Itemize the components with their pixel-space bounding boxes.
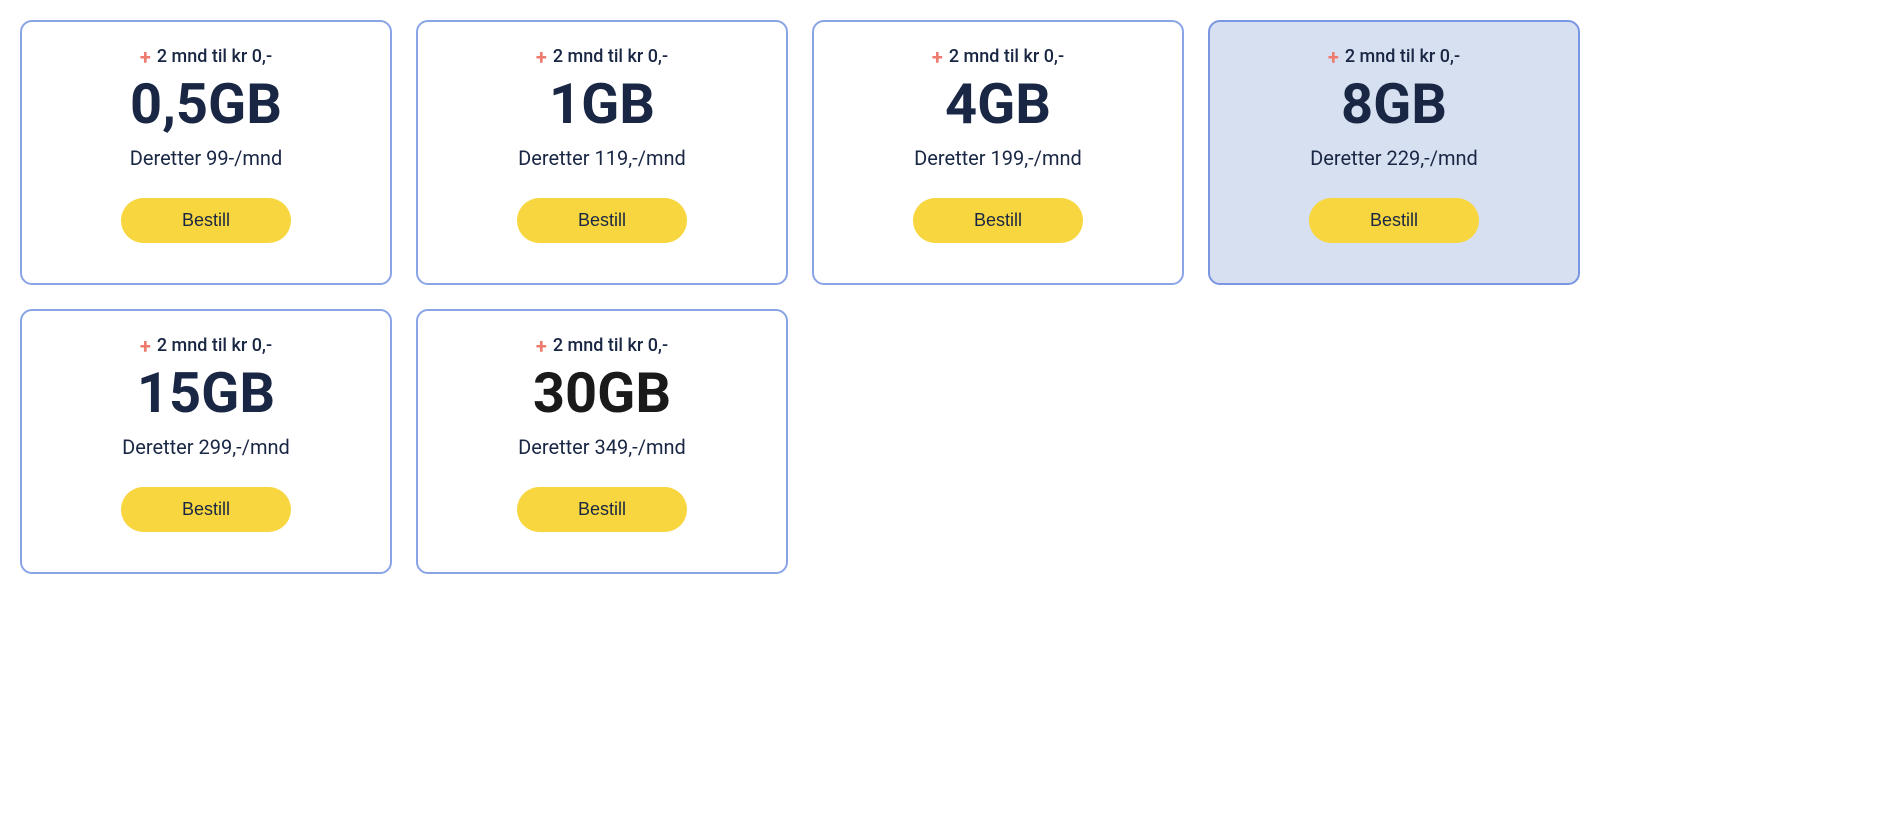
- plan-title: 8GB: [1341, 71, 1447, 138]
- plan-title: 30GB: [533, 360, 671, 427]
- order-button[interactable]: Bestill: [517, 487, 687, 532]
- plan-card-4gb: + 2 mnd til kr 0,- 4GB Deretter 199,-/mn…: [812, 20, 1184, 285]
- plan-card-15gb: + 2 mnd til kr 0,- 15GB Deretter 299,-/m…: [20, 309, 392, 574]
- plan-subtitle: Deretter 349,-/mnd: [518, 435, 686, 459]
- order-button[interactable]: Bestill: [517, 198, 687, 243]
- plan-title: 4GB: [945, 71, 1051, 138]
- plus-icon: +: [140, 336, 151, 356]
- plus-icon: +: [1328, 47, 1339, 67]
- promo-text: 2 mnd til kr 0,-: [157, 335, 272, 356]
- order-button[interactable]: Bestill: [121, 198, 291, 243]
- order-button[interactable]: Bestill: [1309, 198, 1479, 243]
- plan-card-30gb: + 2 mnd til kr 0,- 30GB Deretter 349,-/m…: [416, 309, 788, 574]
- promo-text: 2 mnd til kr 0,-: [1345, 46, 1460, 67]
- plan-title: 1GB: [549, 71, 655, 138]
- plan-subtitle: Deretter 119,-/mnd: [518, 146, 686, 170]
- plans-grid: + 2 mnd til kr 0,- 0,5GB Deretter 99-/mn…: [20, 20, 1580, 574]
- promo-text: 2 mnd til kr 0,-: [157, 46, 272, 67]
- order-button[interactable]: Bestill: [121, 487, 291, 532]
- promo-line: + 2 mnd til kr 0,-: [536, 46, 668, 67]
- order-button[interactable]: Bestill: [913, 198, 1083, 243]
- promo-text: 2 mnd til kr 0,-: [553, 335, 668, 356]
- plan-subtitle: Deretter 199,-/mnd: [914, 146, 1082, 170]
- promo-text: 2 mnd til kr 0,-: [949, 46, 1064, 67]
- plan-title: 15GB: [137, 360, 275, 427]
- plus-icon: +: [932, 47, 943, 67]
- plan-title: 0,5GB: [130, 71, 282, 138]
- plan-card-0-5gb: + 2 mnd til kr 0,- 0,5GB Deretter 99-/mn…: [20, 20, 392, 285]
- plus-icon: +: [536, 336, 547, 356]
- promo-line: + 2 mnd til kr 0,-: [536, 335, 668, 356]
- promo-line: + 2 mnd til kr 0,-: [140, 335, 272, 356]
- plan-subtitle: Deretter 299,-/mnd: [122, 435, 290, 459]
- plan-card-8gb: + 2 mnd til kr 0,- 8GB Deretter 229,-/mn…: [1208, 20, 1580, 285]
- promo-line: + 2 mnd til kr 0,-: [932, 46, 1064, 67]
- promo-line: + 2 mnd til kr 0,-: [140, 46, 272, 67]
- plus-icon: +: [140, 47, 151, 67]
- plan-card-1gb: + 2 mnd til kr 0,- 1GB Deretter 119,-/mn…: [416, 20, 788, 285]
- plus-icon: +: [536, 47, 547, 67]
- plan-subtitle: Deretter 229,-/mnd: [1310, 146, 1478, 170]
- plan-subtitle: Deretter 99-/mnd: [130, 146, 282, 170]
- promo-line: + 2 mnd til kr 0,-: [1328, 46, 1460, 67]
- promo-text: 2 mnd til kr 0,-: [553, 46, 668, 67]
